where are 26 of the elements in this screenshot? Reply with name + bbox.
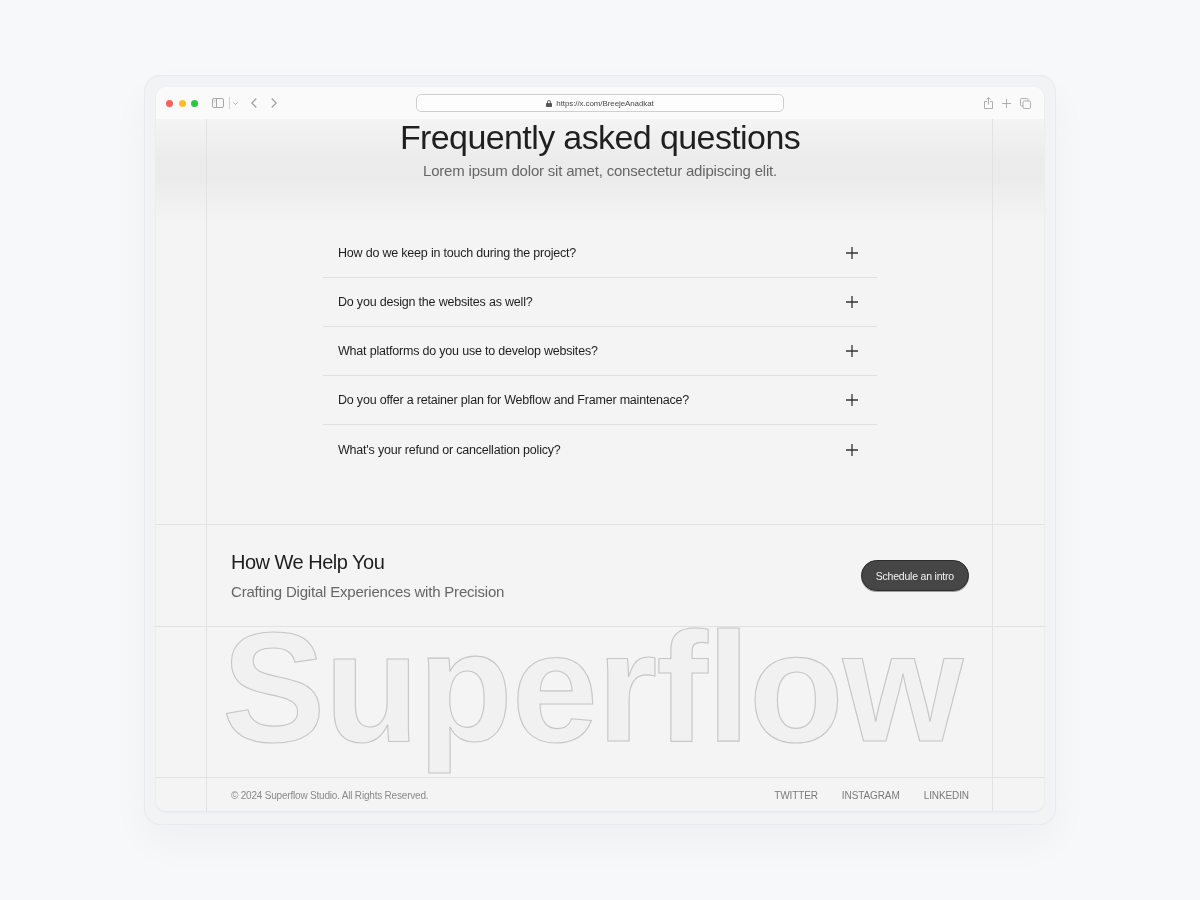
page-title: Frequently asked questions — [399, 119, 801, 156]
faq-item[interactable]: Do you design the websites as well? — [323, 278, 877, 327]
footer-link[interactable]: LINKEDIN — [923, 789, 969, 801]
page-subtitle: Lorem ipsum dolor sit amet, consectetur adipiscing elit. — [423, 161, 777, 181]
address-bar[interactable]: https://x.com/BreejeAnadkat — [416, 94, 784, 112]
forward-icon[interactable] — [271, 98, 277, 108]
faq-item[interactable]: What's your refund or cancellation policy? — [323, 425, 877, 474]
footer-link[interactable]: INSTAGRAM — [841, 789, 900, 801]
tabs-icon[interactable] — [1020, 97, 1031, 109]
copyright-text: © 2024 Superflow Studio. All Rights Reserved. — [231, 789, 429, 801]
footer-link[interactable]: TWITTER — [774, 789, 818, 801]
sidebar-icon[interactable] — [212, 98, 224, 108]
back-icon[interactable] — [251, 98, 257, 108]
plus-icon[interactable] — [1002, 98, 1011, 108]
faq-item[interactable]: How do we keep in touch during the project? — [323, 229, 877, 278]
faq-item[interactable]: Do you offer a retainer plan for Webflow and Framer maintenace? — [323, 376, 877, 425]
window-minimize-icon[interactable] — [178, 99, 186, 107]
window-close-icon[interactable] — [166, 99, 173, 107]
section-subheading: Crafting Digital Experiences with Precision — [231, 583, 505, 601]
section-heading: How We Help You — [231, 550, 386, 574]
schedule-button[interactable]: Schedule an intro — [860, 560, 969, 591]
lock-icon — [546, 99, 553, 107]
chevron-down-icon[interactable] — [233, 101, 238, 105]
window-zoom-icon[interactable] — [191, 99, 198, 107]
faq-item[interactable]: What platforms do you use to develop websites? — [323, 327, 877, 376]
share-icon[interactable] — [984, 97, 993, 109]
